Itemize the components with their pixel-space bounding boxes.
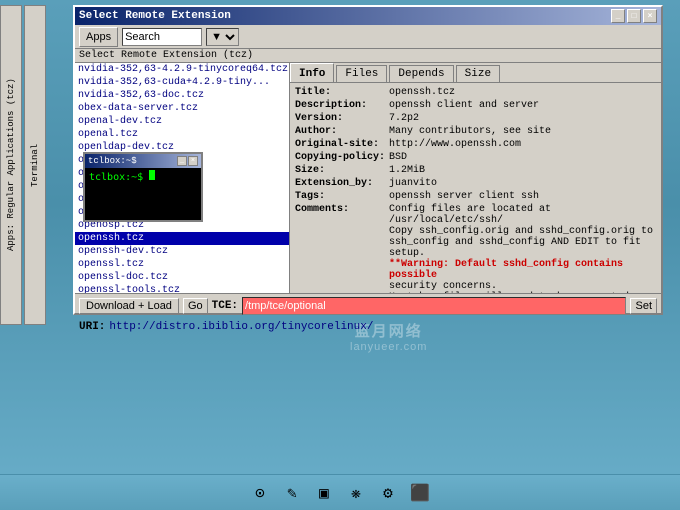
- comments-line6: Host key files will need to be generated…: [389, 292, 629, 293]
- version-value: 7.2p2: [387, 112, 658, 125]
- terminal-controls: _ ×: [177, 156, 198, 166]
- close-button[interactable]: ×: [643, 9, 657, 23]
- comments-line4: **Warning: Default sshd_config contains …: [389, 259, 623, 281]
- taskbar-icon-2[interactable]: ✎: [280, 481, 304, 505]
- size-label: Size:: [293, 164, 387, 177]
- terminal-close[interactable]: ×: [188, 156, 198, 166]
- tags-label: Tags:: [293, 190, 387, 203]
- uri-value: http://distro.ibiblio.org/tinycorelinux/: [109, 321, 373, 333]
- version-label: Version:: [293, 112, 387, 125]
- list-item[interactable]: obex-data-server.tcz: [75, 102, 289, 115]
- list-item[interactable]: openssl-tools.tcz: [75, 284, 289, 293]
- tce-input[interactable]: [242, 297, 626, 315]
- terminal-body[interactable]: tclbox:~$: [85, 168, 201, 220]
- download-bar: Download + Load Go TCE: Set: [75, 294, 661, 318]
- taskbar-icon-4[interactable]: ❋: [344, 481, 368, 505]
- list-item[interactable]: openal.tcz: [75, 128, 289, 141]
- taskbar: ⊙ ✎ ▣ ❋ ⚙ ⬛: [0, 474, 680, 510]
- tab-info[interactable]: Info: [290, 63, 334, 82]
- terminal-titlebar: tclbox:~$ _ ×: [85, 154, 201, 168]
- comments-value: Config files are located at /usr/local/e…: [387, 203, 658, 293]
- window-titlebar: Select Remote Extension _ □ ×: [75, 7, 661, 25]
- info-content: Title: openssh.tcz Description: openssh …: [290, 83, 661, 293]
- original-site-label: Original-site:: [293, 138, 387, 151]
- terminal-window: tclbox:~$ _ × tclbox:~$: [83, 152, 203, 222]
- terminal-side-label: Terminal: [24, 5, 46, 325]
- list-item[interactable]: openssl-doc.tcz: [75, 271, 289, 284]
- description-label: Description:: [293, 99, 387, 112]
- window-controls: _ □ ×: [611, 9, 657, 23]
- taskbar-icon-3[interactable]: ▣: [312, 481, 336, 505]
- apps-button[interactable]: Apps: [79, 27, 118, 47]
- go-button[interactable]: Go: [183, 298, 208, 314]
- apps-side-label: Apps: Regular Applications (tcz): [0, 5, 22, 325]
- comments-line5: security concerns.: [389, 281, 497, 292]
- title-label: Title:: [293, 86, 387, 99]
- comments-line1: Config files are located at /usr/local/e…: [389, 204, 551, 226]
- copying-label: Copying-policy:: [293, 151, 387, 164]
- toolbar: Apps ▼: [75, 25, 661, 49]
- list-item[interactable]: nvidia-352,63-cuda+4.2.9-tiny...: [75, 76, 289, 89]
- minimize-button[interactable]: _: [611, 9, 625, 23]
- search-input[interactable]: [122, 28, 202, 46]
- download-load-button[interactable]: Download + Load: [79, 298, 179, 314]
- copying-value: BSD: [387, 151, 658, 164]
- author-label: Author:: [293, 125, 387, 138]
- bottom-area: Download + Load Go TCE: Set URI: http://…: [75, 293, 661, 336]
- list-item[interactable]: openal-dev.tcz: [75, 115, 289, 128]
- comments-label: Comments:: [293, 203, 387, 293]
- list-item[interactable]: openssh-dev.tcz: [75, 245, 289, 258]
- taskbar-icon-6[interactable]: ⬛: [408, 481, 432, 505]
- uri-bar: URI: http://distro.ibiblio.org/tinycorel…: [75, 318, 661, 336]
- list-item-selected[interactable]: openssh.tcz: [75, 232, 289, 245]
- taskbar-icon-5[interactable]: ⚙: [376, 481, 400, 505]
- extension-value: juanvito: [387, 177, 658, 190]
- tab-size[interactable]: Size: [456, 65, 500, 82]
- comments-line3: ssh_config and sshd_config AND EDIT to f…: [389, 237, 641, 259]
- maximize-button[interactable]: □: [627, 9, 641, 23]
- tab-files[interactable]: Files: [336, 65, 387, 82]
- list-item[interactable]: nvidia-352,63-4.2.9-tinycoreq64.tcz: [75, 63, 289, 76]
- original-site-value: http://www.openssh.com: [387, 138, 658, 151]
- tab-depends[interactable]: Depends: [389, 65, 453, 82]
- author-value: Many contributors, see site: [387, 125, 658, 138]
- panel-label: Select Remote Extension (tcz): [75, 49, 661, 63]
- right-panel: Info Files Depends Size Title: openssh.t…: [290, 63, 661, 293]
- taskbar-icon-1[interactable]: ⊙: [248, 481, 272, 505]
- terminal-prompt: tclbox:~$: [89, 172, 143, 183]
- size-value: 1.2MiB: [387, 164, 658, 177]
- title-value: openssh.tcz: [387, 86, 658, 99]
- terminal-cursor: [149, 170, 155, 180]
- side-labels: Apps: Regular Applications (tcz) Termina…: [0, 5, 73, 325]
- extension-label: Extension_by:: [293, 177, 387, 190]
- list-item[interactable]: nvidia-352,63-doc.tcz: [75, 89, 289, 102]
- terminal-title: tclbox:~$: [88, 156, 137, 166]
- terminal-minimize[interactable]: _: [177, 156, 187, 166]
- info-table: Title: openssh.tcz Description: openssh …: [293, 86, 658, 293]
- set-button[interactable]: Set: [630, 298, 657, 314]
- list-item[interactable]: openssl.tcz: [75, 258, 289, 271]
- tags-value: openssh server client ssh: [387, 190, 658, 203]
- watermark-line2: lanyueer.com: [350, 341, 427, 353]
- uri-label: URI:: [79, 321, 105, 333]
- tce-label: TCE:: [212, 300, 238, 312]
- comments-line2: Copy ssh_config.orig and sshd_config.ori…: [389, 226, 653, 237]
- description-value: openssh client and server: [387, 99, 658, 112]
- window-title: Select Remote Extension: [79, 10, 231, 22]
- tabs-bar: Info Files Depends Size: [290, 63, 661, 83]
- search-dropdown[interactable]: ▼: [206, 28, 239, 46]
